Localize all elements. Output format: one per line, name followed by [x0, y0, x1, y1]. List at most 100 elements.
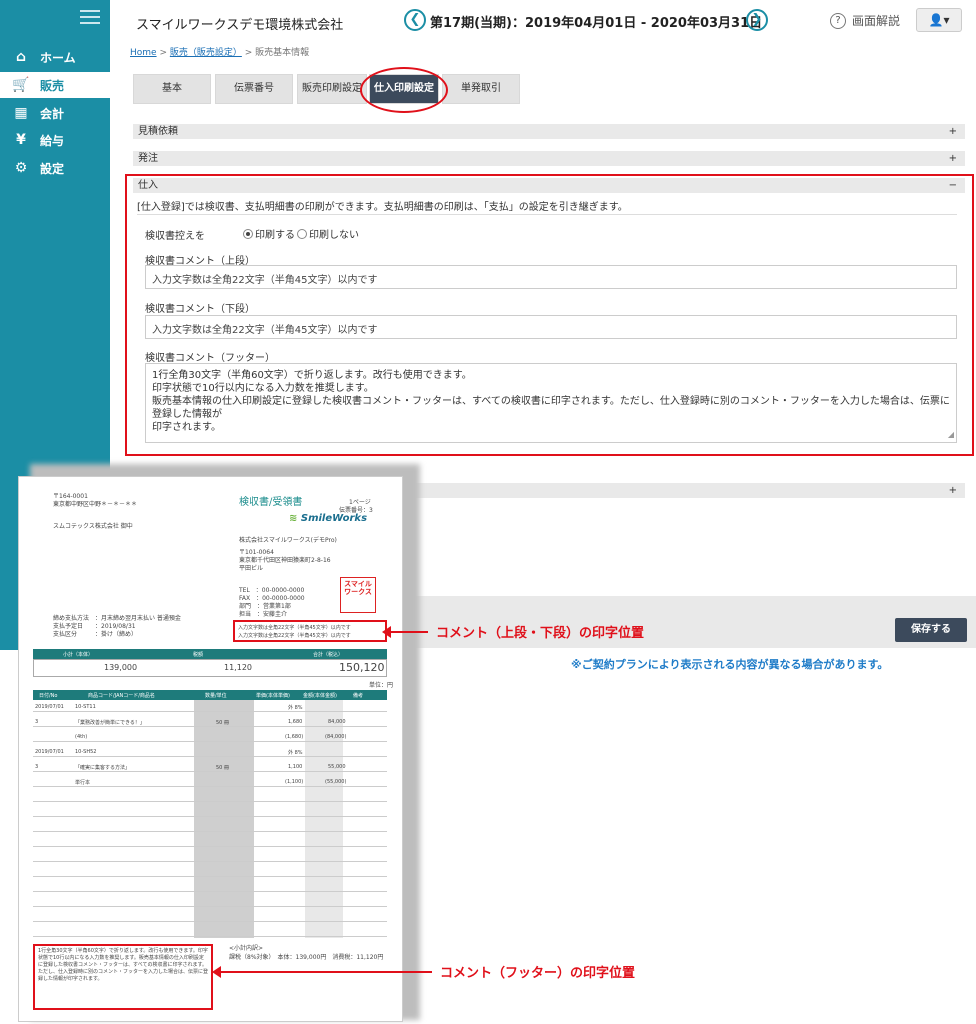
- tab-basic[interactable]: 基本: [133, 74, 211, 104]
- table-row: 単行本 (1,100) (55,000): [33, 777, 387, 787]
- calculator-icon: ▦: [14, 105, 28, 121]
- gear-icon: ⚙: [14, 160, 28, 176]
- help-label: 画面解説: [852, 14, 901, 28]
- fiscal-period: 第17期(当期)：2019年04月01日 - 2020年03月31日: [430, 16, 763, 31]
- footer-line: 1行全角30文字（半角60文字）で折り返します。改行も使用できます。: [152, 370, 472, 381]
- table-row: [33, 867, 387, 877]
- expand-icon: +: [948, 153, 957, 164]
- tab-highlight-circle: [360, 67, 448, 113]
- help-link[interactable]: ? 画面解説: [830, 12, 900, 29]
- footer-line: 販売基本情報の仕入印刷設定に登録した検収書コメント・フッターは、すべての検収書に…: [152, 396, 950, 420]
- sidebar-item-label: 設定: [40, 161, 65, 176]
- doc-issuer: 株式会社スマイルワークス(デモPro): [239, 537, 337, 544]
- table-row: [33, 792, 387, 802]
- table-row: 2019/07/01 10-SH52 外 8%: [33, 747, 387, 757]
- sidebar-item-settings[interactable]: ⚙ 設定: [0, 155, 110, 181]
- receipt-document-preview: 〒164-0001 東京都中野区中野＊－＊－＊＊ スムコテックス株式会社 御中 …: [18, 476, 403, 1022]
- summary-header: 小計（本体） 税額 合計（税込）: [33, 649, 387, 659]
- radio-print[interactable]: [243, 228, 253, 239]
- sidebar-item-payroll[interactable]: ¥ 給与: [0, 127, 110, 153]
- purchase-description: [仕入登録]では検収書、支払明細書の印刷ができます。支払明細書の印刷は、「支払」…: [137, 202, 628, 213]
- table-row: [33, 882, 387, 892]
- footer-comment-label: 検収書コメント（フッター）: [145, 353, 275, 364]
- sidebar-item-label: ホーム: [40, 50, 76, 65]
- footer-line: 印字状態で10行以内になる入力数を推奨します。: [152, 383, 374, 394]
- table-row: [33, 852, 387, 862]
- doc-address: 東京都中野区中野＊－＊－＊＊: [53, 501, 138, 508]
- receipt-copy-radio-group: 印刷する 印刷しない: [243, 226, 359, 241]
- sidebar-item-accounting[interactable]: ▦ 会計: [0, 100, 110, 126]
- doc-comment-upper-lower: 入力文字数は全角22文字（半角45文字）以内です 入力文字数は全角22文字（半角…: [233, 620, 387, 642]
- next-period-button[interactable]: ❯: [746, 9, 768, 31]
- doc-title: 検収書/受領書: [239, 497, 303, 508]
- doc-tax-summary: <小計内訳>: [229, 945, 264, 952]
- table-row: [33, 837, 387, 847]
- doc-unit: 単位：円: [369, 682, 394, 689]
- callout-upper-lower: コメント（上段・下段）の印字位置: [436, 626, 645, 641]
- doc-footer-comment: 1行全角30文字（半角60文字）で折り返します。改行も使用できます。印字状態で1…: [33, 944, 213, 1010]
- footer-line: 印字されます。: [152, 422, 221, 433]
- resize-handle-icon[interactable]: ◢: [948, 428, 954, 441]
- breadcrumb-sep: >: [241, 48, 256, 58]
- user-menu-button[interactable]: 👤▾: [916, 8, 962, 32]
- tab-slip-number[interactable]: 伝票番号: [215, 74, 293, 104]
- breadcrumb: Home > 販売（販売設定） > 販売基本情報: [130, 45, 309, 58]
- doc-tax-line: 課税（8%対象） 本体：139,000円 消費税：11,120円: [229, 954, 384, 961]
- plan-note: ※ご契約プランにより表示される内容が異なる場合があります。: [571, 658, 889, 671]
- tab-sales-print[interactable]: 販売印刷設定: [297, 74, 367, 104]
- upper-comment-input[interactable]: 入力文字数は全角22文字（半角45文字）以内です: [145, 265, 957, 289]
- doc-staff: 担当 ：安藤圭介: [239, 611, 288, 618]
- summary-values: 139,000 11,120 150,120: [33, 659, 387, 677]
- table-row: 2019/07/01 10-ST11 外 8%: [33, 702, 387, 712]
- table-row: [33, 897, 387, 907]
- section-title: 見積依頼: [138, 126, 178, 137]
- breadcrumb-home[interactable]: Home: [130, 48, 157, 58]
- radio-no-print[interactable]: [297, 228, 307, 239]
- sidebar-item-sales[interactable]: 🛒 販売: [0, 72, 110, 98]
- radio-print-label: 印刷する: [255, 230, 295, 241]
- table-row: [33, 807, 387, 817]
- breadcrumb-current: 販売基本情報: [255, 48, 310, 58]
- lower-comment-label: 検収書コメント（下段）: [145, 304, 255, 315]
- sidebar-item-label: 販売: [40, 78, 65, 93]
- breadcrumb-sales[interactable]: 販売（販売設定）: [170, 48, 242, 58]
- callout-arrow-footer: [212, 966, 432, 978]
- doc-terms: 支払区分 ：掛け（締め）: [53, 631, 138, 638]
- table-row: [33, 822, 387, 832]
- callout-arrow-upper-lower: [382, 626, 428, 638]
- table-row: [33, 927, 387, 937]
- lower-comment-input[interactable]: 入力文字数は全角22文字（半角45文字）以内です: [145, 315, 957, 339]
- save-button[interactable]: 保存する: [895, 618, 967, 642]
- section-quote-request[interactable]: 見積依頼 +: [133, 124, 965, 139]
- table-row: (4th) (1,680) (84,000): [33, 732, 387, 742]
- section-order[interactable]: 発注 +: [133, 151, 965, 166]
- sidebar-item-label: 給与: [40, 133, 65, 148]
- expand-icon: +: [948, 126, 957, 137]
- sidebar-item-label: 会計: [40, 106, 65, 121]
- prev-period-button[interactable]: ❮: [404, 9, 426, 31]
- callout-footer: コメント（フッター）の印字位置: [440, 966, 636, 981]
- company-name: スマイルワークスデモ環境株式会社: [136, 18, 344, 33]
- radio-no-print-label: 印刷しない: [309, 230, 359, 241]
- section-collapsed[interactable]: +: [400, 483, 965, 498]
- table-row: 3 「確実に集客する方法」 50 冊 1,100 55,000: [33, 762, 387, 772]
- header: スマイルワークスデモ環境株式会社 ❮ 第17期(当期)：2019年04月01日 …: [110, 0, 976, 42]
- doc-table-header: 日付/No 商品コード/JANコード/商品名 数量/単位 単価(本体単価) 金額…: [33, 690, 387, 700]
- doc-recipient: スムコテックス株式会社 御中: [53, 523, 133, 530]
- table-row: 3 「業務改善が簡単にできる！」 50 冊 1,680 84,000: [33, 717, 387, 727]
- receipt-copy-label: 検収書控えを: [145, 231, 205, 242]
- expand-icon: +: [948, 485, 957, 496]
- cart-icon: 🛒: [12, 77, 30, 93]
- divider: [137, 214, 957, 215]
- hamburger-menu-icon[interactable]: [80, 10, 100, 26]
- table-row: [33, 912, 387, 922]
- smileworks-logo: ≋ SmileWorks: [289, 513, 368, 524]
- doc-issuer-bldg: 平田ビル: [239, 565, 264, 572]
- tab-one-time-deal[interactable]: 単発取引: [442, 74, 520, 104]
- home-icon: ⌂: [15, 49, 27, 65]
- question-icon: ?: [830, 12, 846, 29]
- sidebar-item-home[interactable]: ⌂ ホーム: [0, 44, 110, 70]
- footer-comment-textarea[interactable]: 1行全角30文字（半角60文字）で折り返します。改行も使用できます。 印字状態で…: [145, 363, 957, 443]
- money-bag-icon: ¥: [16, 132, 26, 148]
- company-seal-stamp: スマイルワークス: [340, 577, 376, 613]
